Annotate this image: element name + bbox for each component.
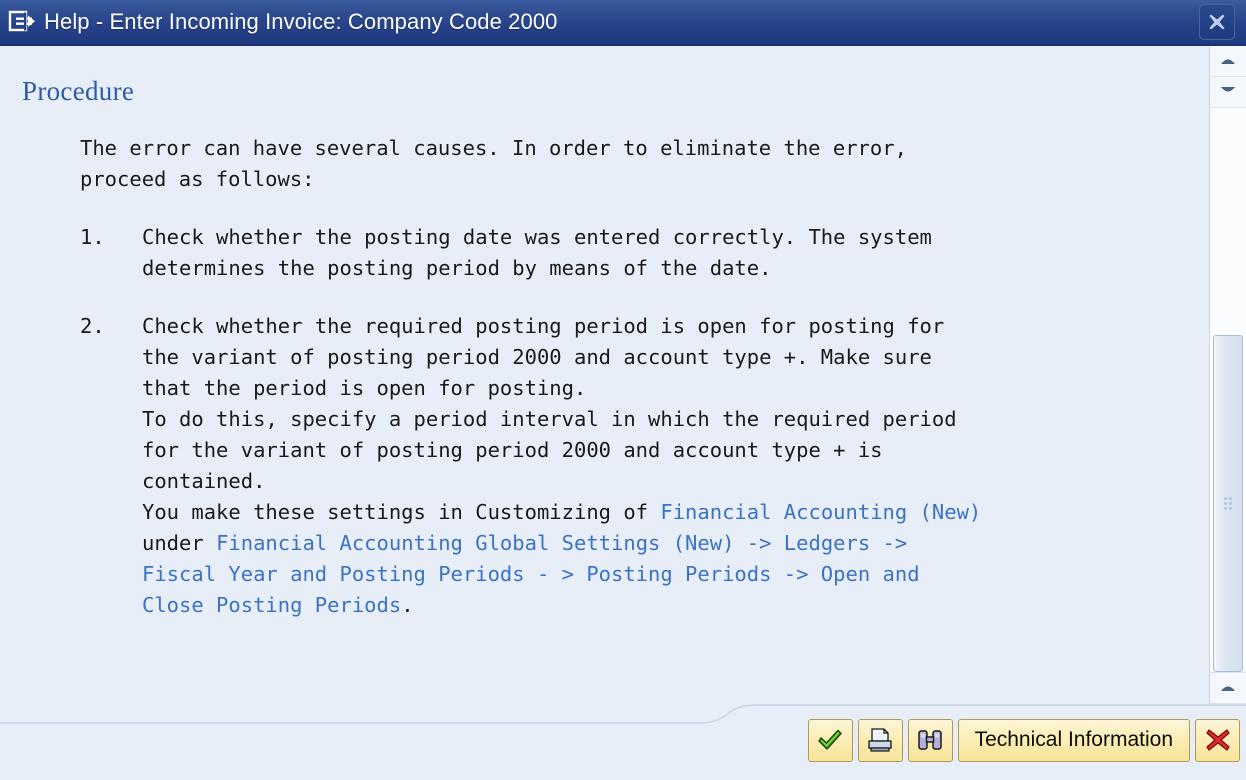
triangle-up-icon xyxy=(1219,679,1237,697)
list-item-text: Check whether the posting date was enter… xyxy=(142,225,932,280)
list-item-text-end: . xyxy=(401,593,414,617)
technical-information-button[interactable]: Technical Information xyxy=(957,718,1190,762)
scrollbar-thumb[interactable] xyxy=(1213,335,1243,672)
scroll-up-button-top[interactable] xyxy=(1210,46,1246,77)
help-content-area: Procedure The error can have several cau… xyxy=(0,46,1209,704)
list-item-number: 2. xyxy=(80,314,105,338)
find-button[interactable] xyxy=(907,718,953,762)
technical-information-label: Technical Information xyxy=(974,728,1173,751)
triangle-down-icon xyxy=(1219,83,1237,101)
vertical-scrollbar[interactable] xyxy=(1209,46,1246,734)
help-link-imgpath-posting-periods[interactable]: Financial Accounting Global Settings (Ne… xyxy=(142,531,920,617)
help-link-financial-accounting-new[interactable]: Financial Accounting (New) xyxy=(660,500,981,524)
list-item-body: Check whether the posting date was enter… xyxy=(142,222,1191,284)
page-title: Procedure xyxy=(22,76,135,106)
green-check-icon xyxy=(817,728,843,752)
list-item-text-cont: under xyxy=(142,531,204,555)
cancel-button[interactable] xyxy=(1195,718,1240,762)
footer-toolbar: Technical Information xyxy=(807,718,1240,762)
list-item-body: Check whether the required posting perio… xyxy=(142,311,1191,621)
window-title: Help - Enter Incoming Invoice: Company C… xyxy=(44,9,558,34)
list-item-text: Check whether the required posting perio… xyxy=(142,314,957,524)
intro-paragraph: The error can have several causes. In or… xyxy=(80,136,907,191)
dialog-body: Procedure The error can have several cau… xyxy=(0,46,1246,734)
window-close-button[interactable] xyxy=(1199,4,1235,40)
scroll-up-button-bottom[interactable] xyxy=(1210,672,1246,703)
list-item: 2. Check whether the required posting pe… xyxy=(80,311,1191,621)
scrollbar-track-upper[interactable] xyxy=(1210,108,1246,335)
printer-icon xyxy=(867,728,893,752)
binoculars-icon xyxy=(917,728,943,752)
dialog-footer: Technical Information xyxy=(0,704,1246,780)
red-x-icon xyxy=(1205,728,1231,752)
triangle-up-icon xyxy=(1219,52,1237,70)
list-item: 1. Check whether the posting date was en… xyxy=(80,222,1191,284)
grip-dots-icon xyxy=(1224,497,1232,510)
scroll-down-button-top[interactable] xyxy=(1210,77,1246,108)
continue-button[interactable] xyxy=(807,718,853,762)
help-exit-icon xyxy=(8,9,36,35)
close-x-icon xyxy=(1207,12,1227,32)
help-document: Procedure The error can have several cau… xyxy=(0,46,1209,621)
title-bar: Help - Enter Incoming Invoice: Company C… xyxy=(0,0,1246,46)
print-button[interactable] xyxy=(857,718,903,762)
list-item-number: 1. xyxy=(80,225,105,249)
help-dialog-window: Help - Enter Incoming Invoice: Company C… xyxy=(0,0,1246,780)
